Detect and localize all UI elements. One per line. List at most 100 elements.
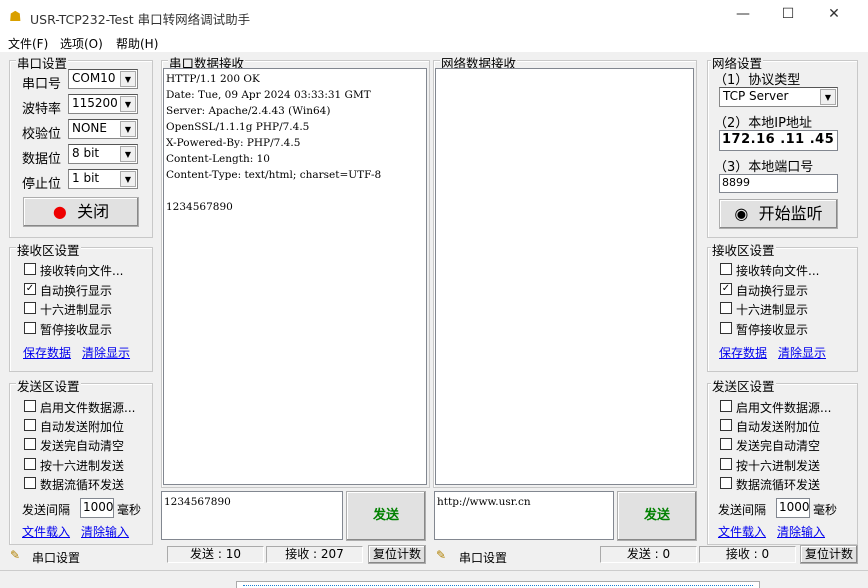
port-value: COM10: [72, 71, 116, 85]
checkbox-label: 启用文件数据源...: [736, 401, 832, 415]
start-listen-button[interactable]: ◉ 开始监听: [719, 199, 838, 229]
divider: [0, 570, 868, 571]
sent-count: 发送 : 10: [167, 546, 264, 563]
menu-options[interactable]: 选项(O): [60, 35, 103, 52]
checkbox: [24, 458, 36, 470]
receive-settings-group-right: 接收区设置 接收转向文件... ✓ 自动换行显示 十六进制显示 暂停接收显示 保存…: [707, 240, 858, 372]
checkbox-label: 暂停接收显示: [40, 323, 113, 337]
checkbox-file-source[interactable]: 启用文件数据源...: [720, 399, 831, 416]
checkbox: [24, 477, 36, 489]
checkbox-auto-clear[interactable]: 发送完自动清空: [24, 437, 124, 454]
baud-select[interactable]: 115200 ▼: [68, 94, 138, 114]
checkbox-label: 自动发送附加位: [40, 420, 125, 434]
checkbox-label: 启用文件数据源...: [40, 401, 136, 415]
port-select[interactable]: COM10 ▼: [68, 69, 138, 89]
serial-settings-group: 串口设置 串口号 COM10 ▼ 波特率 115200 ▼ 校验位 NONE ▼ 数据…: [9, 53, 153, 238]
interval-unit: 毫秒: [117, 503, 142, 517]
checkbox-auto-wrap[interactable]: ✓ 自动换行显示: [720, 282, 808, 299]
network-send-button[interactable]: 发送: [617, 491, 697, 541]
checkbox-recv-to-file[interactable]: 接收转向文件...: [720, 262, 819, 279]
close-button[interactable]: ✕: [819, 6, 849, 28]
checkbox-label: 暂停接收显示: [736, 323, 809, 337]
checkbox-hex-display[interactable]: 十六进制显示: [720, 301, 808, 318]
send-settings-group-right: 发送区设置 启用文件数据源... 自动发送附加位 发送完自动清空 按十六进制发送…: [707, 376, 858, 545]
checkbox-pause-display[interactable]: 暂停接收显示: [24, 321, 112, 338]
minimize-button[interactable]: —: [728, 6, 758, 28]
recv-count-right: 接收 : 0: [699, 546, 796, 563]
dotted-line: [243, 585, 753, 586]
menu-help[interactable]: 帮助(H): [116, 35, 158, 52]
clear-input-link[interactable]: 清除输入: [81, 523, 129, 540]
reset-count-button-right[interactable]: 复位计数: [800, 545, 858, 564]
serial-send-input[interactable]: 1234567890: [161, 491, 343, 540]
checkbox-auto-wrap[interactable]: ✓ 自动换行显示: [24, 282, 112, 299]
radio-icon: ◉: [734, 204, 749, 223]
serial-receive-textarea[interactable]: HTTP/1.1 200 OK Date: Tue, 09 Apr 2024 0…: [163, 68, 427, 485]
checkbox-hex-send[interactable]: 按十六进制发送: [720, 457, 820, 474]
network-settings-group: 网络设置 （1）协议类型 TCP Server ▼ （2）本地IP地址 172.1…: [707, 53, 858, 238]
port-label: 串口号: [22, 77, 62, 92]
group-label: 接收区设置: [711, 240, 776, 259]
menu-file[interactable]: 文件(F): [8, 35, 48, 52]
maximize-button[interactable]: ☐: [773, 6, 803, 28]
checkbox-file-source[interactable]: 启用文件数据源...: [24, 399, 135, 416]
checkbox-pause-display[interactable]: 暂停接收显示: [720, 321, 808, 338]
group-label: 发送区设置: [711, 376, 776, 395]
checkbox-hex-display[interactable]: 十六进制显示: [24, 301, 112, 318]
checkbox: [24, 263, 36, 275]
checkbox-label: 数据流循环发送: [736, 478, 821, 492]
save-data-link[interactable]: 保存数据: [23, 344, 71, 361]
checkbox-label: 接收转向文件...: [40, 264, 124, 278]
load-file-link[interactable]: 文件载入: [22, 523, 70, 540]
checkbox-auto-clear[interactable]: 发送完自动清空: [720, 437, 820, 454]
parity-select[interactable]: NONE ▼: [68, 119, 138, 139]
interval-input[interactable]: 1000: [80, 498, 114, 518]
stopbits-select[interactable]: 1 bit ▼: [68, 169, 138, 189]
parity-value: NONE: [72, 121, 107, 135]
checkbox: [24, 438, 36, 450]
checkbox-recv-to-file[interactable]: 接收转向文件...: [24, 262, 123, 279]
clear-input-link[interactable]: 清除输入: [777, 523, 825, 540]
local-port-input[interactable]: 8899: [719, 174, 838, 193]
checkbox-loop-send[interactable]: 数据流循环发送: [720, 476, 820, 493]
checkbox-label: 自动换行显示: [40, 284, 113, 298]
baud-value: 115200: [72, 96, 118, 110]
load-file-link[interactable]: 文件载入: [718, 523, 766, 540]
save-data-link[interactable]: 保存数据: [719, 344, 767, 361]
checkbox-label: 接收转向文件...: [736, 264, 820, 278]
protocol-select[interactable]: TCP Server ▼: [719, 87, 838, 107]
checkbox: [24, 302, 36, 314]
settings-icon: ✎: [436, 548, 447, 562]
interval-input[interactable]: 1000: [776, 498, 810, 518]
clear-display-link[interactable]: 清除显示: [778, 344, 826, 361]
checkbox: [720, 322, 732, 334]
chevron-down-icon: ▼: [120, 121, 136, 137]
clear-display-link[interactable]: 清除显示: [82, 344, 130, 361]
checkbox-loop-send[interactable]: 数据流循环发送: [24, 476, 124, 493]
close-port-button[interactable]: ● 关闭: [23, 197, 139, 227]
network-send-input[interactable]: http://www.usr.cn: [434, 491, 614, 540]
checkbox-append-bits[interactable]: 自动发送附加位: [720, 418, 820, 435]
network-receive-textarea[interactable]: [435, 68, 694, 485]
checkbox-hex-send[interactable]: 按十六进制发送: [24, 457, 124, 474]
databits-select[interactable]: 8 bit ▼: [68, 144, 138, 164]
baud-label: 波特率: [22, 102, 62, 117]
reset-count-button[interactable]: 复位计数: [368, 545, 426, 564]
interval-label: 发送间隔: [718, 503, 767, 517]
serial-send-button[interactable]: 发送: [346, 491, 426, 541]
chevron-down-icon: ▼: [820, 89, 836, 105]
checkbox: [24, 419, 36, 431]
ip-input[interactable]: 172.16 .11 .45: [719, 130, 838, 151]
settings-icon: ✎: [10, 548, 21, 562]
parity-label: 校验位: [22, 127, 62, 142]
checkbox-label: 自动发送附加位: [736, 420, 821, 434]
stopbits-label: 停止位: [22, 177, 62, 192]
databits-label: 数据位: [22, 152, 62, 167]
checkbox-append-bits[interactable]: 自动发送附加位: [24, 418, 124, 435]
checkbox: [720, 302, 732, 314]
checkbox-label: 发送完自动清空: [40, 439, 125, 453]
window-title: USR-TCP232-Test 串口转网络调试助手: [30, 12, 251, 27]
local-port-label: （3）本地端口号: [714, 160, 814, 175]
send-settings-group: 发送区设置 启用文件数据源... 自动发送附加位 发送完自动清空 按十六进制发送…: [9, 376, 153, 545]
chevron-down-icon: ▼: [120, 171, 136, 187]
